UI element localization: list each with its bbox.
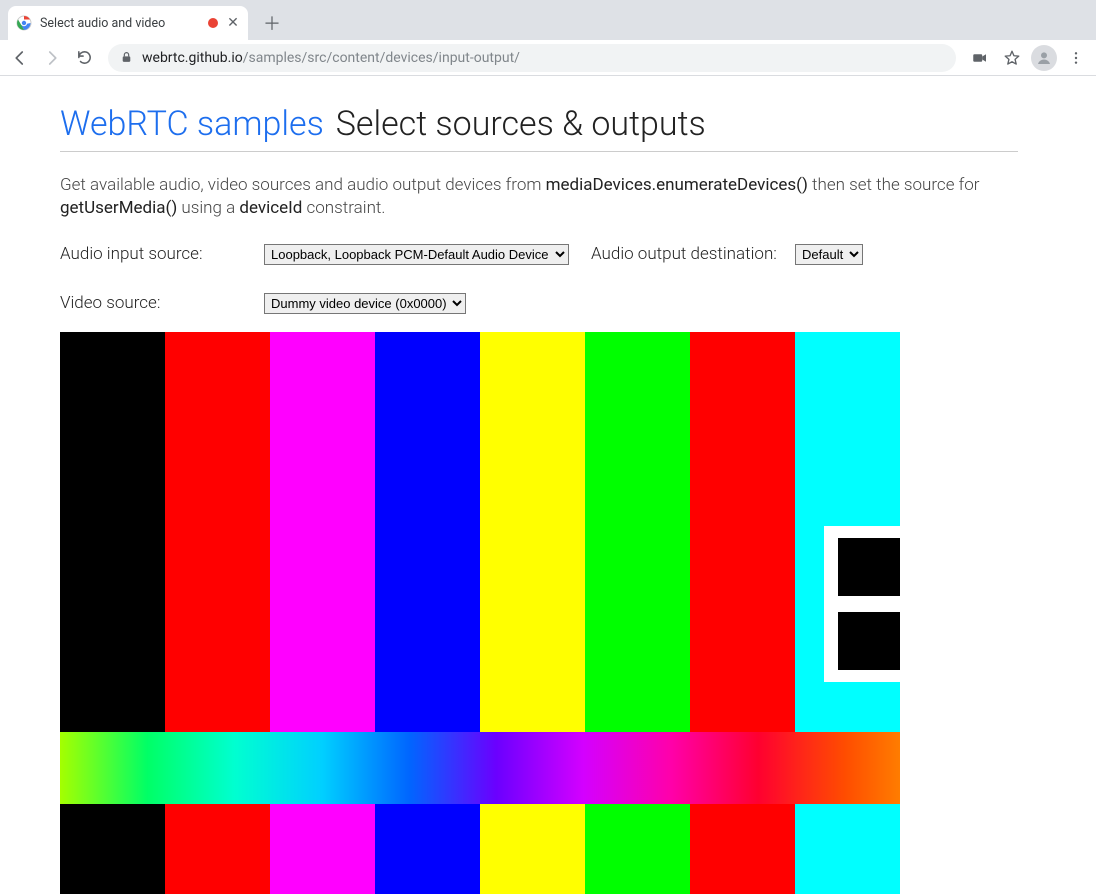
- url-text: webrtc.github.io/samples/src/content/dev…: [142, 50, 520, 66]
- new-tab-button[interactable]: ＋: [258, 9, 286, 37]
- page-subtitle: Select sources & outputs: [336, 104, 706, 144]
- timecode-digit: [824, 526, 900, 682]
- bookmark-button[interactable]: [998, 44, 1026, 72]
- browser-toolbar: webrtc.github.io/samples/src/content/dev…: [0, 40, 1096, 76]
- page-title: WebRTC samples Select sources & outputs: [60, 104, 1018, 152]
- color-bars: [60, 332, 900, 894]
- code-deviceid: deviceId: [239, 198, 302, 218]
- recording-indicator-icon: [208, 18, 218, 28]
- video-preview: [60, 332, 900, 894]
- camera-indicator-icon[interactable]: [966, 44, 994, 72]
- tab-title: Select audio and video: [40, 16, 200, 31]
- tab-strip: Select audio and video ✕ ＋: [0, 0, 1096, 40]
- lock-icon: [120, 51, 134, 65]
- audio-output-label: Audio output destination:: [591, 244, 781, 264]
- kebab-menu-button[interactable]: [1062, 44, 1090, 72]
- tab-favicon: [16, 15, 32, 31]
- code-enumerate: mediaDevices.enumerateDevices(): [546, 175, 808, 195]
- video-source-select[interactable]: Dummy video device (0x0000): [264, 293, 466, 314]
- webrtc-samples-link[interactable]: WebRTC samples: [60, 104, 324, 144]
- page-viewport[interactable]: WebRTC samples Select sources & outputs …: [0, 76, 1096, 894]
- url-path: /samples/src/content/devices/input-outpu…: [243, 50, 520, 66]
- code-gum: getUserMedia(): [60, 198, 177, 218]
- audio-input-select[interactable]: Loopback, Loopback PCM-Default Audio Dev…: [264, 244, 569, 265]
- browser-tab[interactable]: Select audio and video ✕: [8, 6, 248, 40]
- forward-button[interactable]: [38, 44, 66, 72]
- audio-input-label: Audio input source:: [60, 244, 250, 264]
- profile-button[interactable]: [1030, 44, 1058, 72]
- rainbow-band: [60, 732, 900, 804]
- tab-close-button[interactable]: ✕: [226, 16, 240, 30]
- avatar-icon: [1031, 45, 1057, 71]
- address-bar[interactable]: webrtc.github.io/samples/src/content/dev…: [108, 44, 956, 72]
- back-button[interactable]: [6, 44, 34, 72]
- video-source-label: Video source:: [60, 293, 250, 313]
- intro-paragraph: Get available audio, video sources and a…: [60, 174, 1018, 220]
- url-host: webrtc.github.io: [142, 50, 243, 66]
- reload-button[interactable]: [70, 44, 98, 72]
- audio-output-select[interactable]: Default: [795, 244, 863, 265]
